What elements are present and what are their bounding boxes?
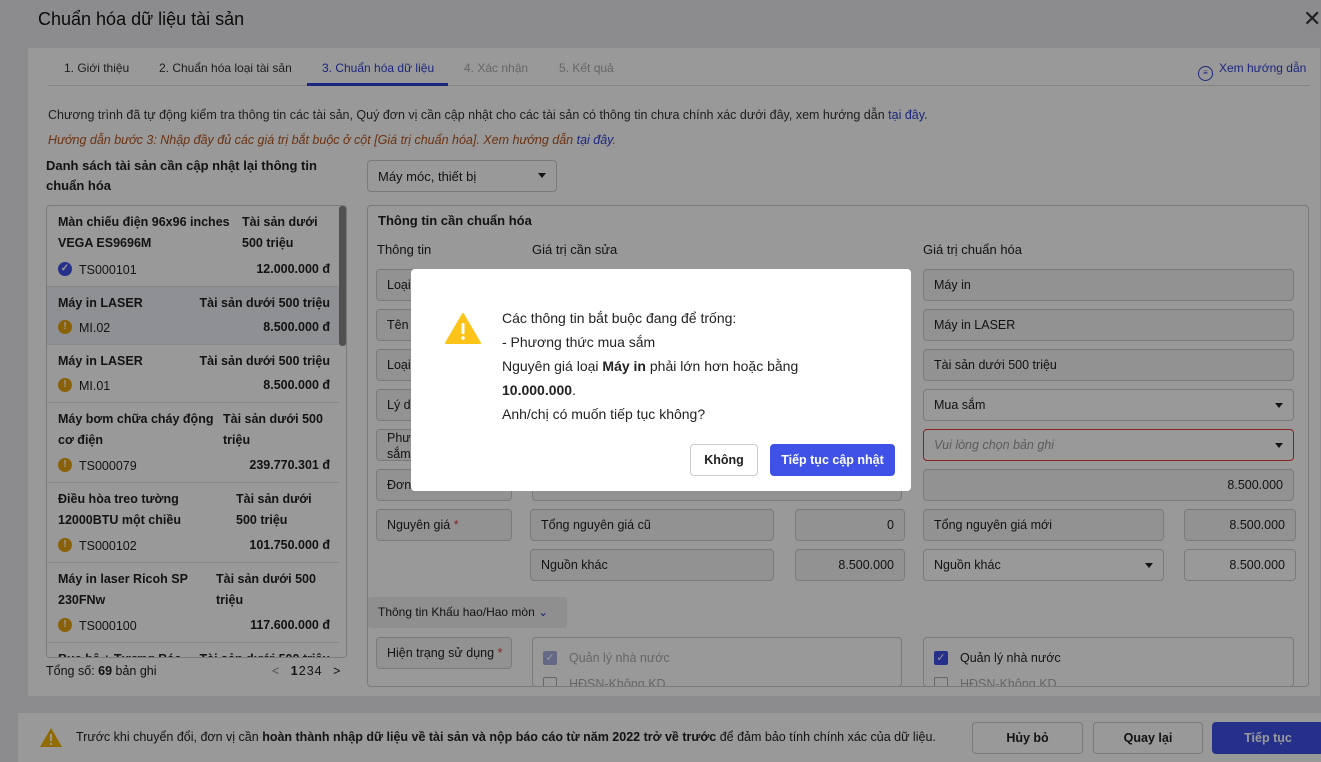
dialog-text: . (572, 382, 576, 398)
warning-icon (445, 313, 481, 344)
dialog-bold: Máy in (602, 358, 646, 374)
dialog-line: 10.000.000. (502, 378, 798, 402)
dialog-message: Các thông tin bắt buộc đang để trống: - … (502, 306, 798, 426)
dialog-line: Anh/chị có muốn tiếp tục không? (502, 406, 706, 422)
dialog-line: - Phương thức mua sắm (502, 334, 656, 350)
dialog-bold: 10.000.000 (502, 382, 573, 398)
no-button[interactable]: Không (690, 444, 758, 476)
confirm-dialog: Các thông tin bắt buộc đang để trống: - … (411, 269, 911, 491)
dialog-text: Nguyên giá loại (502, 358, 603, 374)
dialog-text: phải lớn hơn hoặc bằng (645, 358, 799, 374)
continue-update-button[interactable]: Tiếp tục cập nhật (770, 444, 895, 476)
dialog-line: Nguyên giá loại Máy in phải lớn hơn hoặc… (502, 354, 798, 378)
dialog-line: Các thông tin bắt buộc đang để trống: (502, 310, 737, 326)
